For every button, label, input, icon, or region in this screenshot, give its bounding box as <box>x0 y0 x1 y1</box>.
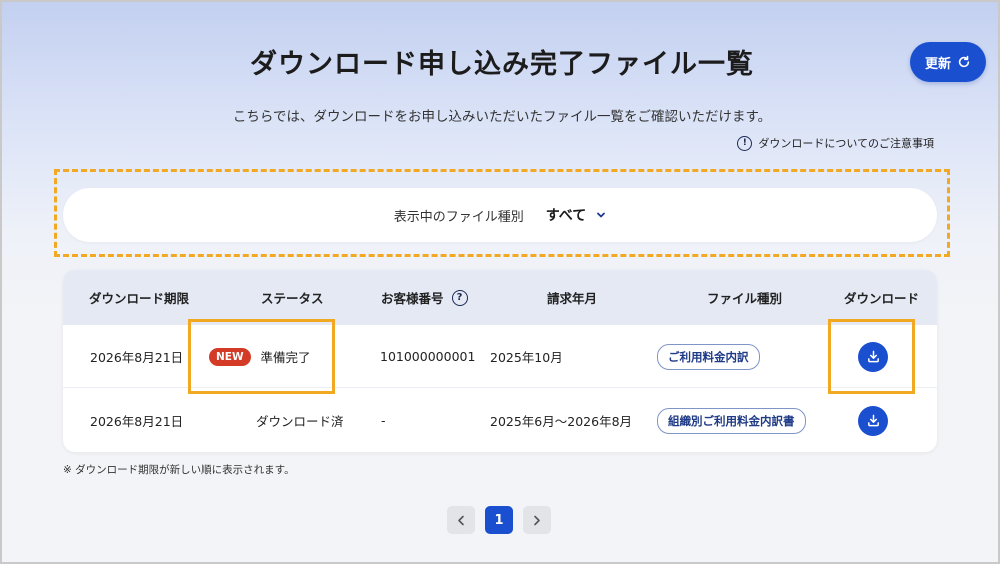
table-header: ダウンロード期限 ステータス お客様番号 ? 請求年月 ファイル種別 ダウンロー… <box>63 270 937 325</box>
refresh-label: 更新 <box>924 55 951 71</box>
refresh-icon <box>958 55 970 68</box>
deadline-cell: 2026年8月21日 <box>90 414 184 429</box>
pagination: 1 <box>447 506 551 534</box>
status-text: ダウンロード済 <box>256 414 344 429</box>
file-type-filter: 表示中のファイル種別 すべて <box>63 188 937 242</box>
customer-no-cell: - <box>381 413 386 428</box>
chevron-left-icon <box>458 515 464 525</box>
col-customer-no: お客様番号 ? <box>381 270 468 325</box>
page-subtitle: こちらでは、ダウンロードをお申し込みいただいたファイル一覧をご確認いただけます。 <box>232 109 772 125</box>
page-frame: ダウンロード申し込み完了ファイル一覧 更新 こちらでは、ダウンロードをお申し込み… <box>0 0 1000 564</box>
col-deadline: ダウンロード期限 <box>89 291 190 306</box>
download-cell <box>858 389 888 452</box>
filter-label: 表示中のファイル種別 <box>393 209 524 225</box>
deadline-cell: 2026年8月21日 <box>90 350 184 365</box>
info-icon: ! <box>737 135 753 151</box>
col-customer-no-label: お客様番号 <box>381 291 444 306</box>
next-page-button[interactable] <box>523 506 551 534</box>
notice-label: ダウンロードについてのご注意事項 <box>758 137 934 150</box>
refresh-button[interactable]: 更新 <box>910 42 986 82</box>
notice-link[interactable]: ! ダウンロードについてのご注意事項 <box>737 135 934 151</box>
file-type-cell: ご利用料金内訳 <box>657 325 760 388</box>
help-icon[interactable]: ? <box>451 289 468 306</box>
col-download: ダウンロード <box>844 291 920 306</box>
customer-no-cell: 101000000001 <box>380 349 476 364</box>
billing-cell: 2025年10月 <box>490 350 563 365</box>
prev-page-button[interactable] <box>447 506 475 534</box>
col-file-type: ファイル種別 <box>707 291 783 306</box>
page-button-current[interactable]: 1 <box>485 506 513 534</box>
sort-footnote: ※ ダウンロード期限が新しい順に表示されます。 <box>63 464 295 476</box>
download-button[interactable] <box>858 405 888 436</box>
page-title: ダウンロード申し込み完了ファイル一覧 <box>250 49 754 80</box>
download-icon <box>867 414 879 427</box>
file-type-cell: 組織別ご利用料金内訳書 <box>657 389 806 452</box>
billing-cell: 2025年6月～2026年8月 <box>490 414 633 429</box>
col-billing: 請求年月 <box>547 291 598 306</box>
chevron-right-icon <box>534 515 540 525</box>
status-highlight <box>188 319 335 394</box>
status-cell: ダウンロード済 <box>256 389 344 452</box>
download-highlight <box>828 319 915 394</box>
file-type-pill: 組織別ご利用料金内訳書 <box>657 407 806 434</box>
file-type-select[interactable]: すべて <box>546 205 606 225</box>
chevron-down-icon <box>597 212 606 218</box>
col-status: ステータス <box>261 291 324 306</box>
filter-selected-value: すべて <box>545 208 587 224</box>
table-row: 2026年8月21日 ダウンロード済 - 2025年6月～2026年8月 組織別… <box>63 389 937 452</box>
file-type-pill: ご利用料金内訳 <box>657 343 760 370</box>
